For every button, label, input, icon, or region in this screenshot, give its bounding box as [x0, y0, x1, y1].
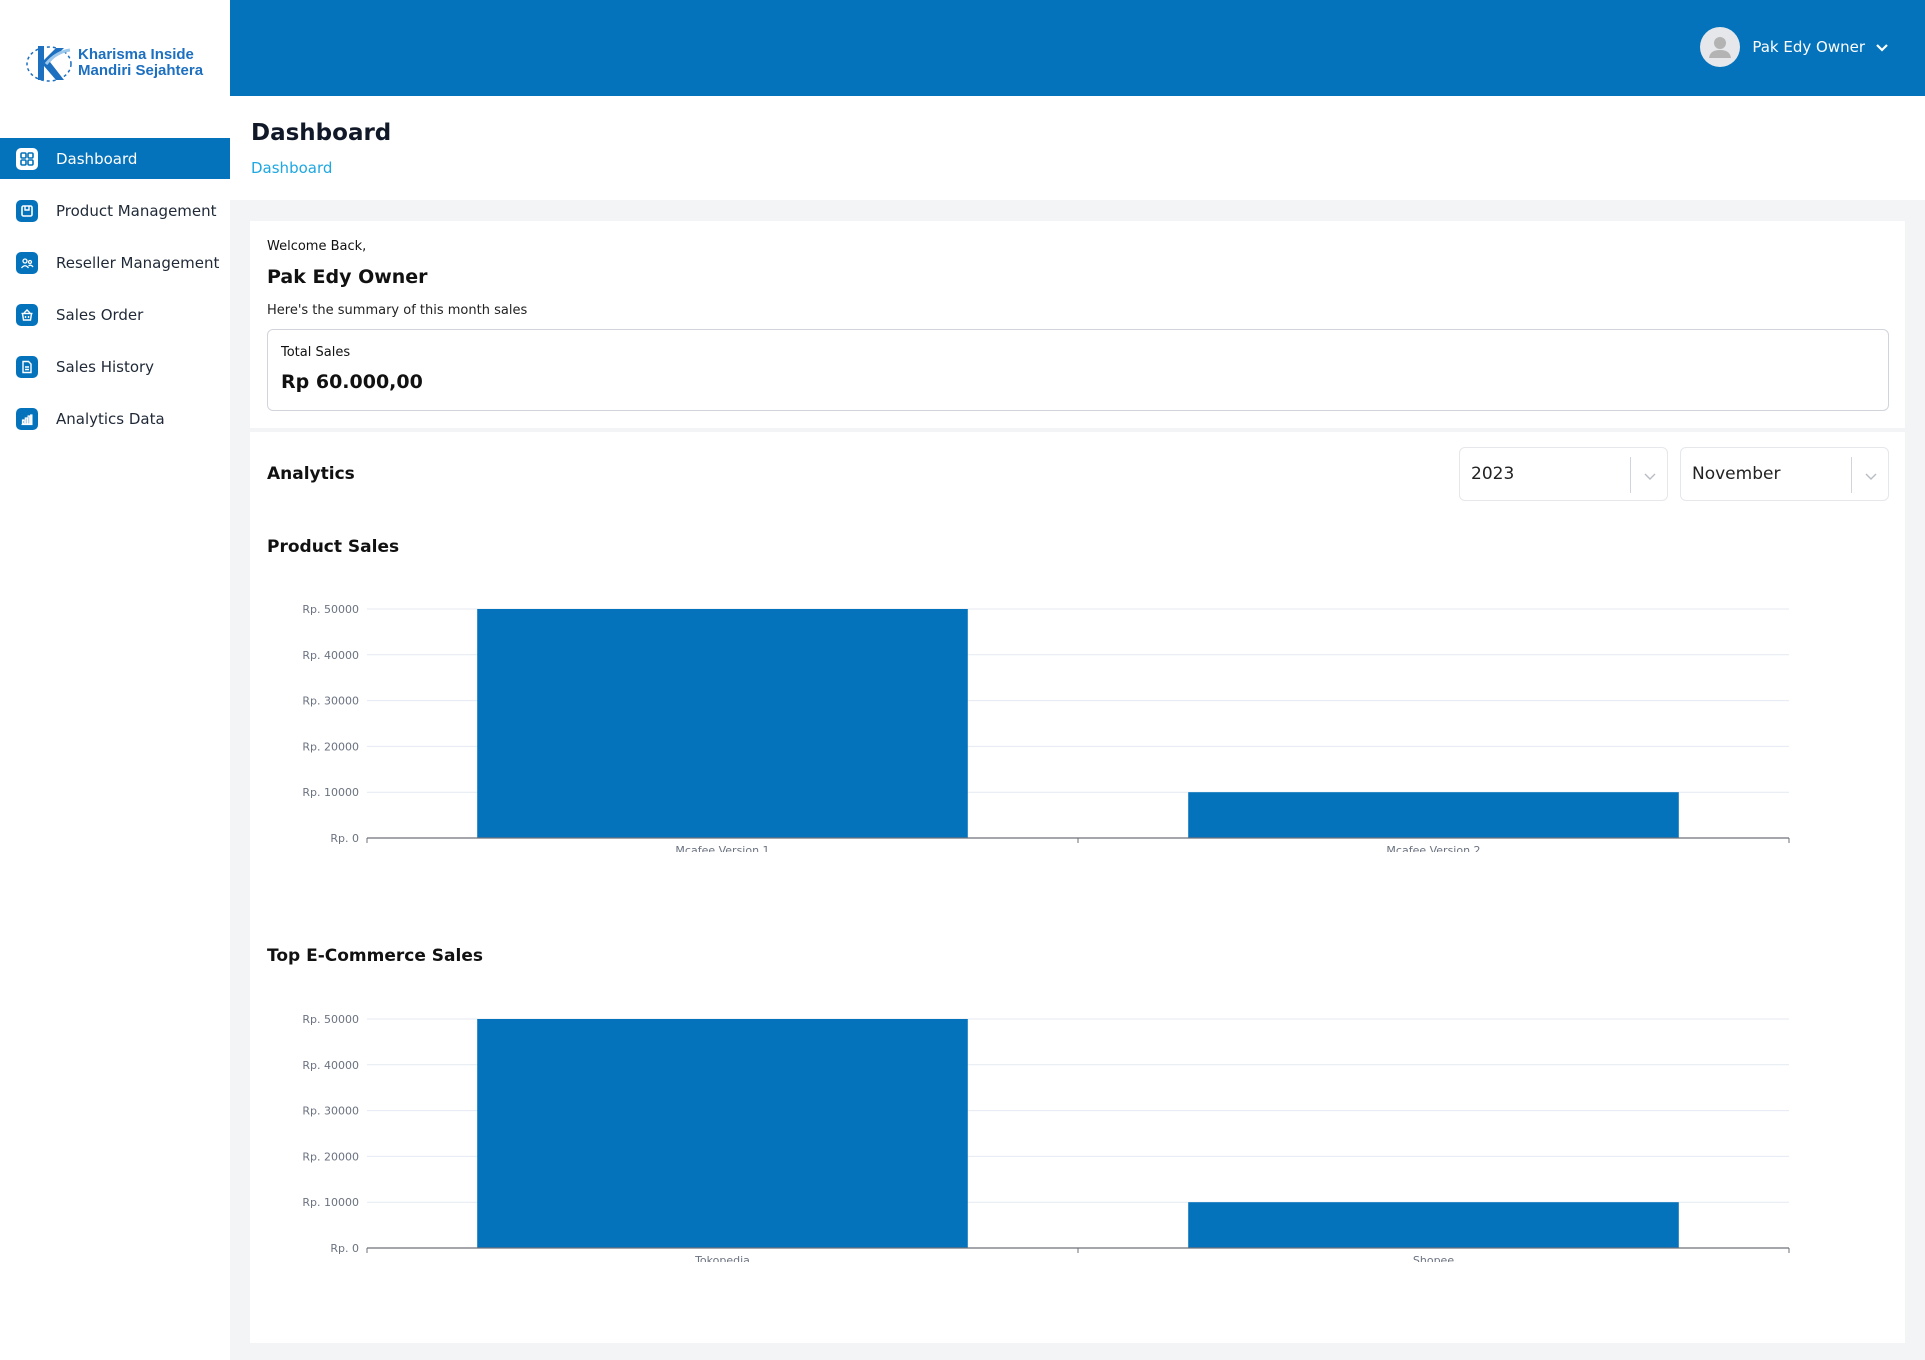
sidebar-item-sales-order[interactable]: Sales Order — [0, 294, 230, 335]
sidebar-item-label: Product Management — [56, 201, 217, 220]
chevron-down-icon — [1643, 468, 1657, 487]
brand-line2: Mandiri Sejahtera — [78, 62, 204, 79]
y-tick-label: Rp. 0 — [330, 832, 359, 845]
bar — [1188, 1202, 1679, 1248]
chart-title-product-sales: Product Sales — [267, 537, 400, 557]
sidebar-item-label: Reseller Management — [56, 253, 220, 272]
select-separator — [1630, 457, 1631, 493]
analytics-title: Analytics — [267, 464, 355, 484]
sidebar-item-dashboard[interactable]: Dashboard — [0, 138, 230, 179]
select-separator — [1851, 457, 1852, 493]
user-menu[interactable]: Pak Edy Owner — [1700, 27, 1889, 67]
y-tick-label: Rp. 50000 — [302, 603, 359, 616]
sidebar-item-label: Analytics Data — [56, 409, 165, 428]
y-tick-label: Rp. 10000 — [302, 786, 359, 799]
grid-icon — [16, 147, 38, 170]
sidebar-nav: Dashboard Product Management Reseller Ma… — [0, 138, 230, 450]
y-tick-label: Rp. 50000 — [302, 1013, 359, 1026]
document-icon — [16, 355, 38, 378]
bar — [477, 609, 968, 838]
total-sales-value: Rp 60.000,00 — [281, 371, 423, 393]
welcome-greeting: Welcome Back, — [267, 239, 367, 254]
y-tick-label: Rp. 30000 — [302, 695, 359, 708]
sidebar-item-label: Sales Order — [56, 305, 144, 324]
sidebar-item-label: Dashboard — [56, 149, 138, 168]
ecommerce-sales-chart-svg: Rp. 0 Rp. 10000 Rp. 20000 Rp. 30000 Rp. 4000… — [302, 1013, 1790, 1262]
welcome-user-name: Pak Edy Owner — [267, 266, 428, 288]
users-icon — [16, 251, 38, 274]
y-tick-label: Rp. 0 — [330, 1242, 359, 1255]
sidebar-item-label: Sales History — [56, 357, 155, 376]
chevron-down-icon — [1875, 38, 1889, 57]
y-tick-label: Rp. 20000 — [302, 1150, 359, 1163]
brand-logo[interactable]: Kharisma Inside Mandiri Sejahtera — [24, 38, 214, 88]
total-sales-label: Total Sales — [281, 345, 351, 360]
sidebar: Kharisma Inside Mandiri Sejahtera Dashbo… — [0, 0, 230, 1360]
x-tick-label: Tokopedia — [694, 1254, 750, 1262]
welcome-card: Welcome Back, Pak Edy Owner Here's the s… — [250, 221, 1905, 428]
user-name: Pak Edy Owner — [1752, 38, 1865, 56]
y-tick-label: Rp. 30000 — [302, 1105, 359, 1118]
y-tick-label: Rp. 20000 — [302, 740, 359, 753]
x-tick-label: Shopee — [1413, 1254, 1454, 1262]
ecommerce-sales-chart: Rp. 0 Rp. 10000 Rp. 20000 Rp. 30000 Rp. 4000… — [250, 1002, 1905, 1262]
sidebar-item-sales-history[interactable]: Sales History — [0, 346, 230, 387]
total-sales-box: Total Sales Rp 60.000,00 — [267, 329, 1889, 411]
sidebar-item-reseller-management[interactable]: Reseller Management — [0, 242, 230, 283]
product-sales-chart-svg: Rp. 0 Rp. 10000 Rp. 20000 Rp. 30000 Rp. 4000… — [302, 603, 1790, 852]
month-select-value: November — [1692, 464, 1781, 484]
x-tick-label: Mcafee Version 1 — [675, 844, 769, 852]
analytics-card: Analytics 2023 November Product Sales Rp… — [250, 432, 1905, 1343]
kharisma-logo-icon — [24, 38, 74, 88]
chevron-down-icon — [1864, 468, 1878, 487]
chart-title-ecommerce-sales: Top E-Commerce Sales — [267, 946, 483, 966]
box-icon — [16, 199, 38, 222]
top-bar: Pak Edy Owner — [230, 0, 1925, 96]
bar — [1188, 792, 1679, 838]
year-select[interactable]: 2023 — [1459, 447, 1668, 501]
page-header: Dashboard Dashboard — [230, 96, 1925, 200]
y-tick-label: Rp. 10000 — [302, 1196, 359, 1209]
product-sales-chart: Rp. 0 Rp. 10000 Rp. 20000 Rp. 30000 Rp. 4000… — [250, 592, 1905, 852]
x-tick-label: Mcafee Version 2 — [1386, 844, 1480, 852]
breadcrumb[interactable]: Dashboard — [251, 159, 332, 177]
user-avatar-icon — [1700, 27, 1741, 67]
y-tick-label: Rp. 40000 — [302, 1059, 359, 1072]
page-title: Dashboard — [251, 120, 392, 146]
basket-icon — [16, 303, 38, 326]
brand-line1: Kharisma Inside — [78, 46, 194, 63]
brand-name: Kharisma Inside Mandiri Sejahtera — [78, 47, 203, 79]
sidebar-item-product-management[interactable]: Product Management — [0, 190, 230, 231]
y-tick-label: Rp. 40000 — [302, 649, 359, 662]
bar-chart-icon — [16, 407, 38, 430]
year-select-value: 2023 — [1471, 464, 1515, 484]
bar — [477, 1019, 968, 1248]
sidebar-item-analytics-data[interactable]: Analytics Data — [0, 398, 230, 439]
welcome-summary: Here's the summary of this month sales — [267, 303, 528, 318]
month-select[interactable]: November — [1680, 447, 1889, 501]
